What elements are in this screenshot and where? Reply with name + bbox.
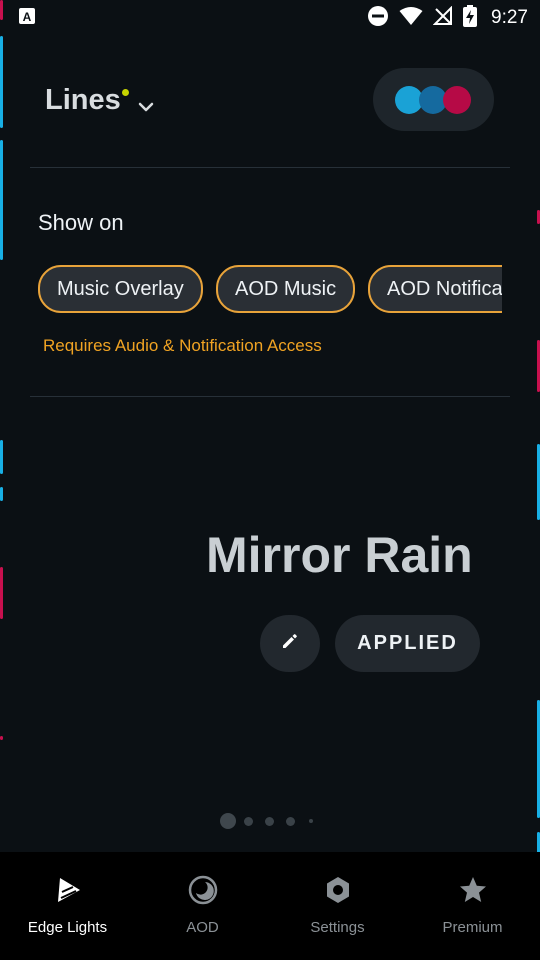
theme-title: Lines	[45, 84, 121, 116]
pager-dot-1[interactable]	[220, 813, 236, 829]
nav-label-premium: Premium	[442, 919, 503, 936]
pager-dot-5[interactable]	[309, 819, 313, 823]
divider-top	[30, 167, 510, 168]
nav-item-premium[interactable]: Premium	[405, 852, 540, 960]
moon-icon	[187, 874, 219, 906]
no-signal-icon	[432, 5, 453, 31]
nav-item-edge-lights[interactable]: Edge Lights	[0, 852, 135, 960]
gear-icon	[322, 874, 354, 906]
battery-charging-icon	[463, 4, 478, 32]
wifi-icon	[399, 6, 423, 31]
theme-selector[interactable]: Lines	[45, 84, 129, 117]
divider-bottom	[30, 396, 510, 397]
edge-lights-icon	[52, 874, 84, 906]
nav-label-edge-lights: Edge Lights	[27, 919, 108, 936]
effect-name: Mirror Rain	[206, 527, 473, 583]
pager-dot-3[interactable]	[265, 817, 274, 826]
svg-text:A: A	[23, 10, 32, 24]
chip-aod-music[interactable]: AOD Music	[216, 265, 356, 313]
edit-button[interactable]	[260, 615, 320, 672]
bottom-navigation: Edge Lights AOD Settings Premium	[0, 852, 540, 960]
nav-label-aod: AOD	[186, 919, 219, 936]
nav-item-aod[interactable]: AOD	[135, 852, 270, 960]
status-time: 9:27	[491, 7, 528, 28]
nav-label-settings: Settings	[310, 919, 365, 936]
star-icon	[457, 874, 489, 906]
chevron-down-icon[interactable]	[138, 100, 154, 118]
show-on-chips: Music Overlay AOD Music AOD Notification…	[38, 265, 502, 315]
chip-aod-notifications[interactable]: AOD Notifications	[368, 265, 502, 313]
color-dot-3	[443, 86, 471, 114]
applied-button[interactable]: APPLIED	[335, 615, 480, 672]
a-badge-icon: A	[18, 7, 36, 30]
requires-access-link[interactable]: Requires Audio & Notification Access	[43, 336, 322, 356]
title-indicator-dot	[121, 89, 129, 96]
pencil-icon	[280, 631, 300, 656]
header: Lines	[0, 66, 540, 136]
show-on-label: Show on	[38, 210, 124, 235]
nav-item-settings[interactable]: Settings	[270, 852, 405, 960]
page-indicator	[218, 812, 328, 830]
pager-dot-2[interactable]	[244, 817, 253, 826]
chip-music-overlay[interactable]: Music Overlay	[38, 265, 203, 313]
dnd-icon	[367, 5, 389, 32]
status-bar: A 9:27	[0, 0, 540, 36]
pager-dot-4[interactable]	[286, 817, 295, 826]
color-palette-button[interactable]	[373, 68, 494, 131]
